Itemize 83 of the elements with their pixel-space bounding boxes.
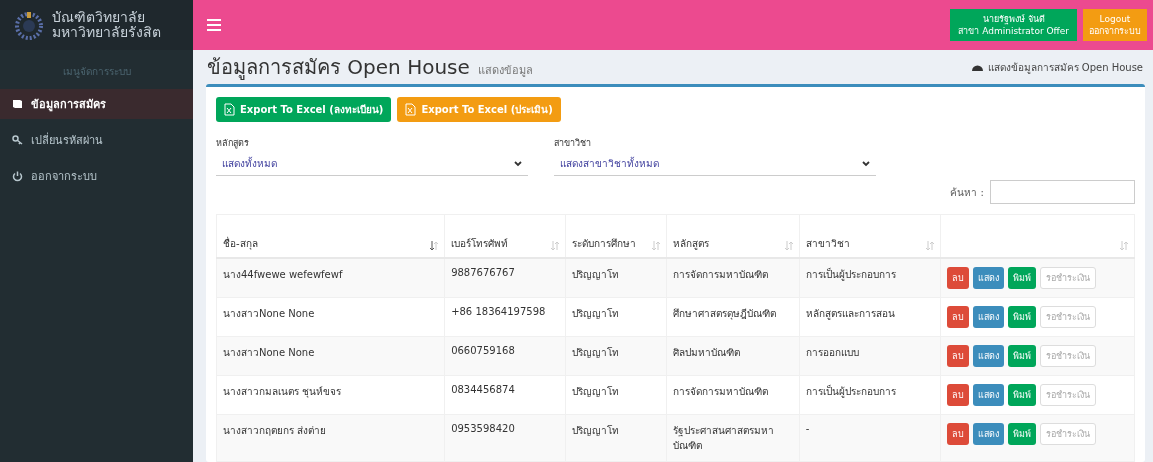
row-action-button[interactable]: ลบ <box>946 267 969 289</box>
power-icon <box>12 170 23 182</box>
row-action-button[interactable]: ลบ <box>946 423 969 445</box>
user-role: สาขา Administrator Offer <box>958 25 1069 37</box>
table-cell: นางสาวNone None <box>216 336 445 376</box>
column-header[interactable]: เบอร์โทรศัพท์ <box>451 236 509 251</box>
column-header[interactable]: ชื่อ-สกุล <box>223 236 258 251</box>
spreadsheet-file-icon <box>405 103 417 116</box>
row-action-button[interactable]: พิมพ์ <box>1007 423 1036 445</box>
university-logo-icon <box>14 10 44 40</box>
sort-icon[interactable] <box>430 241 439 251</box>
sidebar-item[interactable]: เปลี่ยนรหัสผ่าน <box>0 125 193 155</box>
row-action-button[interactable]: รอชำระเงิน <box>1039 267 1096 289</box>
table-cell: ศึกษาศาสตรดุษฎีบัณฑิต <box>666 297 800 337</box>
row-action-button[interactable]: ลบ <box>946 384 969 406</box>
column-header[interactable]: สาขาวิชา <box>805 236 850 251</box>
table-cell: ปริญญาโท <box>565 297 667 337</box>
spreadsheet-file-icon <box>224 103 235 116</box>
key-icon <box>12 135 23 145</box>
row-action-button[interactable]: รอชำระเงิน <box>1039 345 1096 367</box>
filter-label: สาขาวิชา <box>554 137 592 150</box>
sidebar-item[interactable]: ออกจากระบบ <box>0 161 193 191</box>
chevron-icon <box>862 160 870 167</box>
sidebar-header: เมนูจัดการระบบ <box>61 65 132 80</box>
row-action-button[interactable]: ลบ <box>946 306 969 328</box>
chevron-icon <box>514 160 522 167</box>
table-cell: - <box>799 414 941 462</box>
table-cell: 0834456874 <box>444 375 566 415</box>
table-cell: ปริญญาโท <box>565 336 667 376</box>
export-button[interactable]: Export To Excel (ลงทะเบียน) <box>216 97 392 122</box>
sidebar-item[interactable]: ข้อมูลการสมัคร <box>0 89 193 119</box>
row-action-button[interactable]: แสดง <box>972 384 1004 406</box>
table-cell: ปริญญาโท <box>565 258 667 298</box>
row-action-button[interactable]: รอชำระเงิน <box>1039 384 1096 406</box>
brand-name: บัณฑิตวิทยาลัย <box>52 10 146 25</box>
table-cell: 0660759168 <box>444 336 566 376</box>
brand-name: มหาวิทยาลัยรังสิต <box>52 25 161 40</box>
breadcrumb-link[interactable]: แสดงข้อมูลการสมัคร Open House <box>987 59 1143 75</box>
table-cell: 9887676767 <box>444 258 566 298</box>
page-title: ข้อมูลการสมัคร Open House <box>207 54 470 82</box>
table-cell: การออกแบบ <box>799 336 941 376</box>
table-cell: 0953598420 <box>444 414 566 462</box>
table-cell: การเป็นผู้ประกอบการ <box>799 375 941 415</box>
logout-button[interactable]: Logout ออกจากระบบ <box>1083 9 1147 41</box>
book-icon <box>12 99 23 109</box>
table-cell: การจัดการมหาบัณฑิต <box>666 375 800 415</box>
row-action-button[interactable]: รอชำระเงิน <box>1039 306 1096 328</box>
table-cell: การจัดการมหาบัณฑิต <box>666 258 800 298</box>
page-subtitle: แสดงข้อมูล <box>477 62 533 79</box>
sidebar-item-label: เปลี่ยนรหัสผ่าน <box>31 131 103 149</box>
table-cell: นางสาวNone None <box>216 297 445 337</box>
row-action-button[interactable]: พิมพ์ <box>1007 345 1036 367</box>
table-cell: รัฐประศาสนศาสตรมหาบัณฑิต <box>666 414 800 462</box>
row-action-button[interactable]: แสดง <box>972 345 1004 367</box>
row-action-button[interactable]: พิมพ์ <box>1007 306 1036 328</box>
filter-select[interactable]: แสดงทั้งหมด <box>216 154 528 176</box>
row-action-button[interactable]: ลบ <box>946 345 969 367</box>
filter-label: หลักสูตร <box>216 137 250 150</box>
column-header[interactable]: หลักสูตร <box>672 236 709 251</box>
table-cell: +86 18364197598 <box>444 297 566 337</box>
row-action-button[interactable]: พิมพ์ <box>1007 267 1036 289</box>
menu-icon[interactable] <box>207 19 221 31</box>
search-field[interactable] <box>990 180 1135 204</box>
row-action-button[interactable]: แสดง <box>972 267 1004 289</box>
row-action-button[interactable]: แสดง <box>972 306 1004 328</box>
user-name: นายรัฐพงษ์ จันดี <box>982 13 1045 25</box>
sidebar-item-label: ออกจากระบบ <box>31 169 97 185</box>
export-button[interactable]: Export To Excel (ประเมิน) <box>397 97 561 122</box>
table-cell: ศิลปมหาบัณฑิต <box>666 336 800 376</box>
table-cell: การเป็นผู้ประกอบการ <box>799 258 941 298</box>
sidebar-item-label: ข้อมูลการสมัคร <box>31 97 106 113</box>
table-cell: ปริญญาโท <box>565 375 667 415</box>
row-action-button[interactable]: แสดง <box>972 423 1004 445</box>
search-label: ค้นหา : <box>950 185 984 200</box>
table-cell: ปริญญาโท <box>565 414 667 462</box>
table-cell: หลักสูตรและการสอน <box>799 297 941 337</box>
row-action-button[interactable]: พิมพ์ <box>1007 384 1036 406</box>
user-badge[interactable]: นายรัฐพงษ์ จันดี สาขา Administrator Offer <box>950 9 1077 41</box>
row-action-button[interactable]: รอชำระเงิน <box>1039 423 1096 445</box>
table-cell: นางสาวกมลเนตร ชุนห์ขจร <box>216 375 445 415</box>
table-cell: นางสาวกฤตยกร ส่งต่าย <box>216 414 445 462</box>
filter-select[interactable]: แสดงสาขาวิชาทั้งหมด <box>554 154 876 176</box>
table-cell: นาง44fwewe wefewfewf <box>216 258 445 298</box>
